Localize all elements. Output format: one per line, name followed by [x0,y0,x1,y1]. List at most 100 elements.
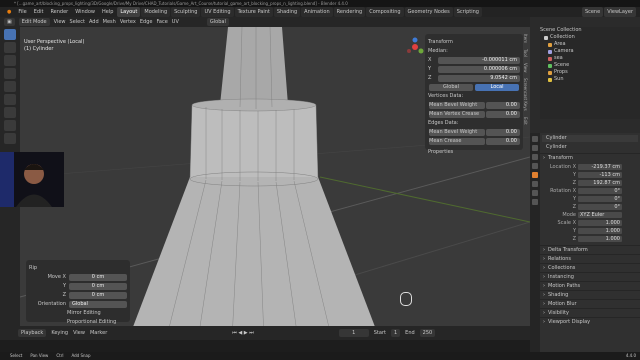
annotate-icon[interactable] [4,107,16,118]
measure-icon[interactable] [4,120,16,131]
collections-section[interactable]: Collections [540,263,640,273]
rotate-icon[interactable] [4,68,16,79]
tab-view[interactable]: View [523,63,528,73]
tab-animation[interactable]: Animation [301,7,333,17]
menu-add[interactable]: Add [89,19,99,25]
scale-z-field[interactable]: 1.000 [578,235,622,242]
median-x-field[interactable]: -0.000011 cm [438,56,520,64]
menu-view[interactable]: View [54,19,66,25]
scene-selector[interactable]: Scene [581,7,604,17]
mean-crease-field[interactable]: 0.00 [486,137,520,145]
marker-menu[interactable]: Marker [90,330,107,336]
transform-panel-header[interactable]: Transform [428,38,520,46]
menu-vertex[interactable]: Vertex [120,19,136,25]
move-icon[interactable] [4,55,16,66]
location-x-field[interactable]: -219.37 cm [578,163,622,170]
axis-gizmo[interactable] [405,37,425,57]
outliner-item[interactable]: Area [540,41,640,48]
modifier-tab-icon[interactable] [532,181,538,187]
menu-face[interactable]: Face [156,19,167,25]
menu-help[interactable]: Help [99,7,116,17]
tab-rendering[interactable]: Rendering [333,7,366,17]
tab-compositing[interactable]: Compositing [366,7,404,17]
tab-geometry-nodes[interactable]: Geometry Nodes [404,7,453,17]
scale-x-field[interactable]: 1.000 [578,219,622,226]
outliner-item[interactable]: Scene [540,62,640,69]
editor-type-button[interactable]: ▣ [4,18,15,26]
tab-uv-editing[interactable]: UV Editing [201,7,234,17]
relations-section[interactable]: Relations [540,254,640,264]
outliner-item[interactable]: Props [540,69,640,76]
end-frame-field[interactable]: 250 [419,329,436,337]
keying-menu[interactable]: Keying [51,330,68,336]
rotation-mode-dropdown[interactable]: XYZ Euler [578,211,622,218]
mean-bevel-weight-field[interactable]: 0.00 [486,101,520,109]
tab-edit[interactable]: Edit [523,117,528,125]
menu-mesh[interactable]: Mesh [103,19,116,25]
rotation-x-field[interactable]: 0° [578,187,622,194]
tab-modeling[interactable]: Modeling [141,7,171,17]
motion-blur-section[interactable]: Motion Blur [540,299,640,309]
menu-file[interactable]: File [15,7,29,17]
move-x-field[interactable]: 0 cm [69,273,127,281]
tab-scripting[interactable]: Scripting [453,7,482,17]
tab-item[interactable]: Item [523,34,528,43]
data-tab-icon[interactable] [532,190,538,196]
object-tab-icon[interactable] [532,172,538,178]
move-y-field[interactable]: 0 cm [69,282,127,290]
tab-tool[interactable]: Tool [523,49,528,57]
shading-section[interactable]: Shading [540,290,640,300]
play-controls-icon[interactable]: ⏮ ◀ ▶ ⏭ [232,330,253,336]
mirror-editing-checkbox[interactable]: Mirror Editing [29,309,127,317]
median-z-field[interactable]: 9.0542 cm [438,74,520,82]
output-tab-icon[interactable] [532,154,538,160]
current-frame-field[interactable]: 1 [338,329,369,337]
global-toggle[interactable]: Global [429,83,473,91]
edge-bevel-weight-field[interactable]: 0.00 [486,128,520,136]
add-cube-icon[interactable] [4,133,16,144]
blender-logo-icon[interactable]: ● [4,7,14,17]
outliner-item[interactable]: Sun [540,76,640,83]
render-tab-icon[interactable] [532,145,538,151]
scale-icon[interactable] [4,81,16,92]
motion-paths-section[interactable]: Motion Paths [540,281,640,291]
tab-layout[interactable]: Layout [117,7,141,17]
local-toggle[interactable]: Local [475,83,519,91]
cursor-icon[interactable] [4,42,16,53]
tab-texture-paint[interactable]: Texture Paint [234,7,273,17]
properties-section[interactable]: Properties [428,148,520,156]
menu-select[interactable]: Select [70,19,85,25]
start-frame-field[interactable]: 1 [390,329,401,337]
menu-edit[interactable]: Edit [31,7,47,17]
move-z-field[interactable]: 0 cm [69,291,127,299]
menu-edge[interactable]: Edge [140,19,153,25]
proportional-editing-checkbox[interactable]: Proportional Editing [29,318,127,326]
view-layer-selector[interactable]: ViewLayer [604,7,636,17]
visibility-section[interactable]: Visibility [540,308,640,318]
menu-window[interactable]: Window [72,7,98,17]
tab-screencast-keys[interactable]: Screencast Keys [523,78,528,111]
playback-menu[interactable]: Playback [18,329,47,337]
mode-selector[interactable]: Edit Mode [18,18,50,26]
object-name-field[interactable]: Cylinder [542,135,638,142]
location-y-field[interactable]: -113 cm [578,171,622,178]
transform-icon[interactable] [4,94,16,105]
outliner-item[interactable]: Collection [540,34,640,41]
operator-title[interactable]: Rip [29,264,127,272]
location-z-field[interactable]: 192.87 cm [578,179,622,186]
outliner-item[interactable]: Camera [540,48,640,55]
mean-vertex-crease-field[interactable]: 0.00 [486,110,520,118]
material-tab-icon[interactable] [532,199,538,205]
orientation-dropdown[interactable]: Global [69,300,127,308]
rotation-z-field[interactable]: 0° [578,203,622,210]
tab-shading[interactable]: Shading [273,7,301,17]
delta-transform-section[interactable]: Delta Transform [540,245,640,255]
outliner-item[interactable]: sea [540,55,640,62]
scene-tab-icon[interactable] [532,163,538,169]
menu-uv[interactable]: UV [172,19,179,25]
instancing-section[interactable]: Instancing [540,272,640,282]
median-y-field[interactable]: 0.000006 cm [438,65,520,73]
timeline-view-menu[interactable]: View [73,330,85,336]
rotation-y-field[interactable]: 0° [578,195,622,202]
orientation-selector[interactable]: Global [206,18,229,26]
